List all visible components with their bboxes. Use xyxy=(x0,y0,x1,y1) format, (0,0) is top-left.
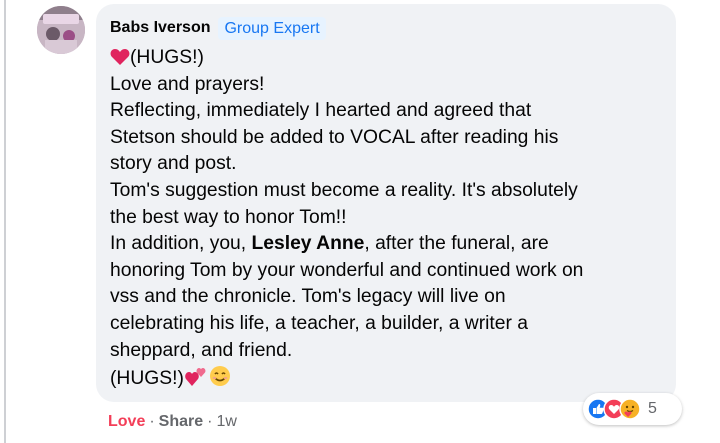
love-reaction-button[interactable]: Love xyxy=(108,413,145,431)
two-hearts-icon xyxy=(184,366,208,397)
comment-line: Reflecting, immediately I hearted and ag… xyxy=(110,100,532,122)
comment-line: honoring Tom by your wonderful and conti… xyxy=(110,259,584,281)
author-name[interactable]: Babs Iverson xyxy=(110,19,210,37)
separator: · xyxy=(207,413,213,430)
comment-line: Stetson should be added to VOCAL after r… xyxy=(110,126,559,148)
smiling-face-icon xyxy=(208,364,232,397)
comment-line: vss and the chronicle. Tom's legacy will… xyxy=(110,286,506,308)
comment-line: Love and prayers! xyxy=(110,73,265,95)
comment-line: (HUGS!) xyxy=(110,45,670,72)
avatar[interactable] xyxy=(37,6,85,54)
reaction-count: 5 xyxy=(648,400,657,417)
comment-line: celebrating his life, a teacher, a build… xyxy=(110,312,528,334)
care-icon xyxy=(619,398,641,420)
thread-line xyxy=(4,0,6,443)
red-heart-icon xyxy=(110,48,130,75)
comment-line: the best way to honor Tom!! xyxy=(110,206,347,228)
group-expert-badge[interactable]: Group Expert xyxy=(218,16,326,40)
comment-line: sheppard, and friend. xyxy=(110,339,293,361)
reaction-summary[interactable]: 5 xyxy=(583,393,682,425)
comment-header: Babs Iverson Group Expert xyxy=(110,16,326,40)
separator: · xyxy=(149,413,155,430)
comment-line: Tom's suggestion must become a reality. … xyxy=(110,179,578,201)
comment-actions: Love · Share · 1w xyxy=(108,411,237,433)
share-button[interactable]: Share xyxy=(159,413,203,431)
avatar-image xyxy=(37,6,85,54)
timestamp[interactable]: 1w xyxy=(216,413,236,431)
mentioned-name[interactable]: Lesley Anne xyxy=(252,233,365,254)
comment-line: story and post. xyxy=(110,153,237,175)
comment-text: (HUGS!) Love and prayers! Reflecting, im… xyxy=(110,45,670,391)
comment-line: In addition, you, Lesley Anne, after the… xyxy=(110,233,549,255)
comment-bubble: Babs Iverson Group Expert (HUGS!) Love a… xyxy=(96,4,676,402)
comment-line: (HUGS!) xyxy=(110,364,670,391)
